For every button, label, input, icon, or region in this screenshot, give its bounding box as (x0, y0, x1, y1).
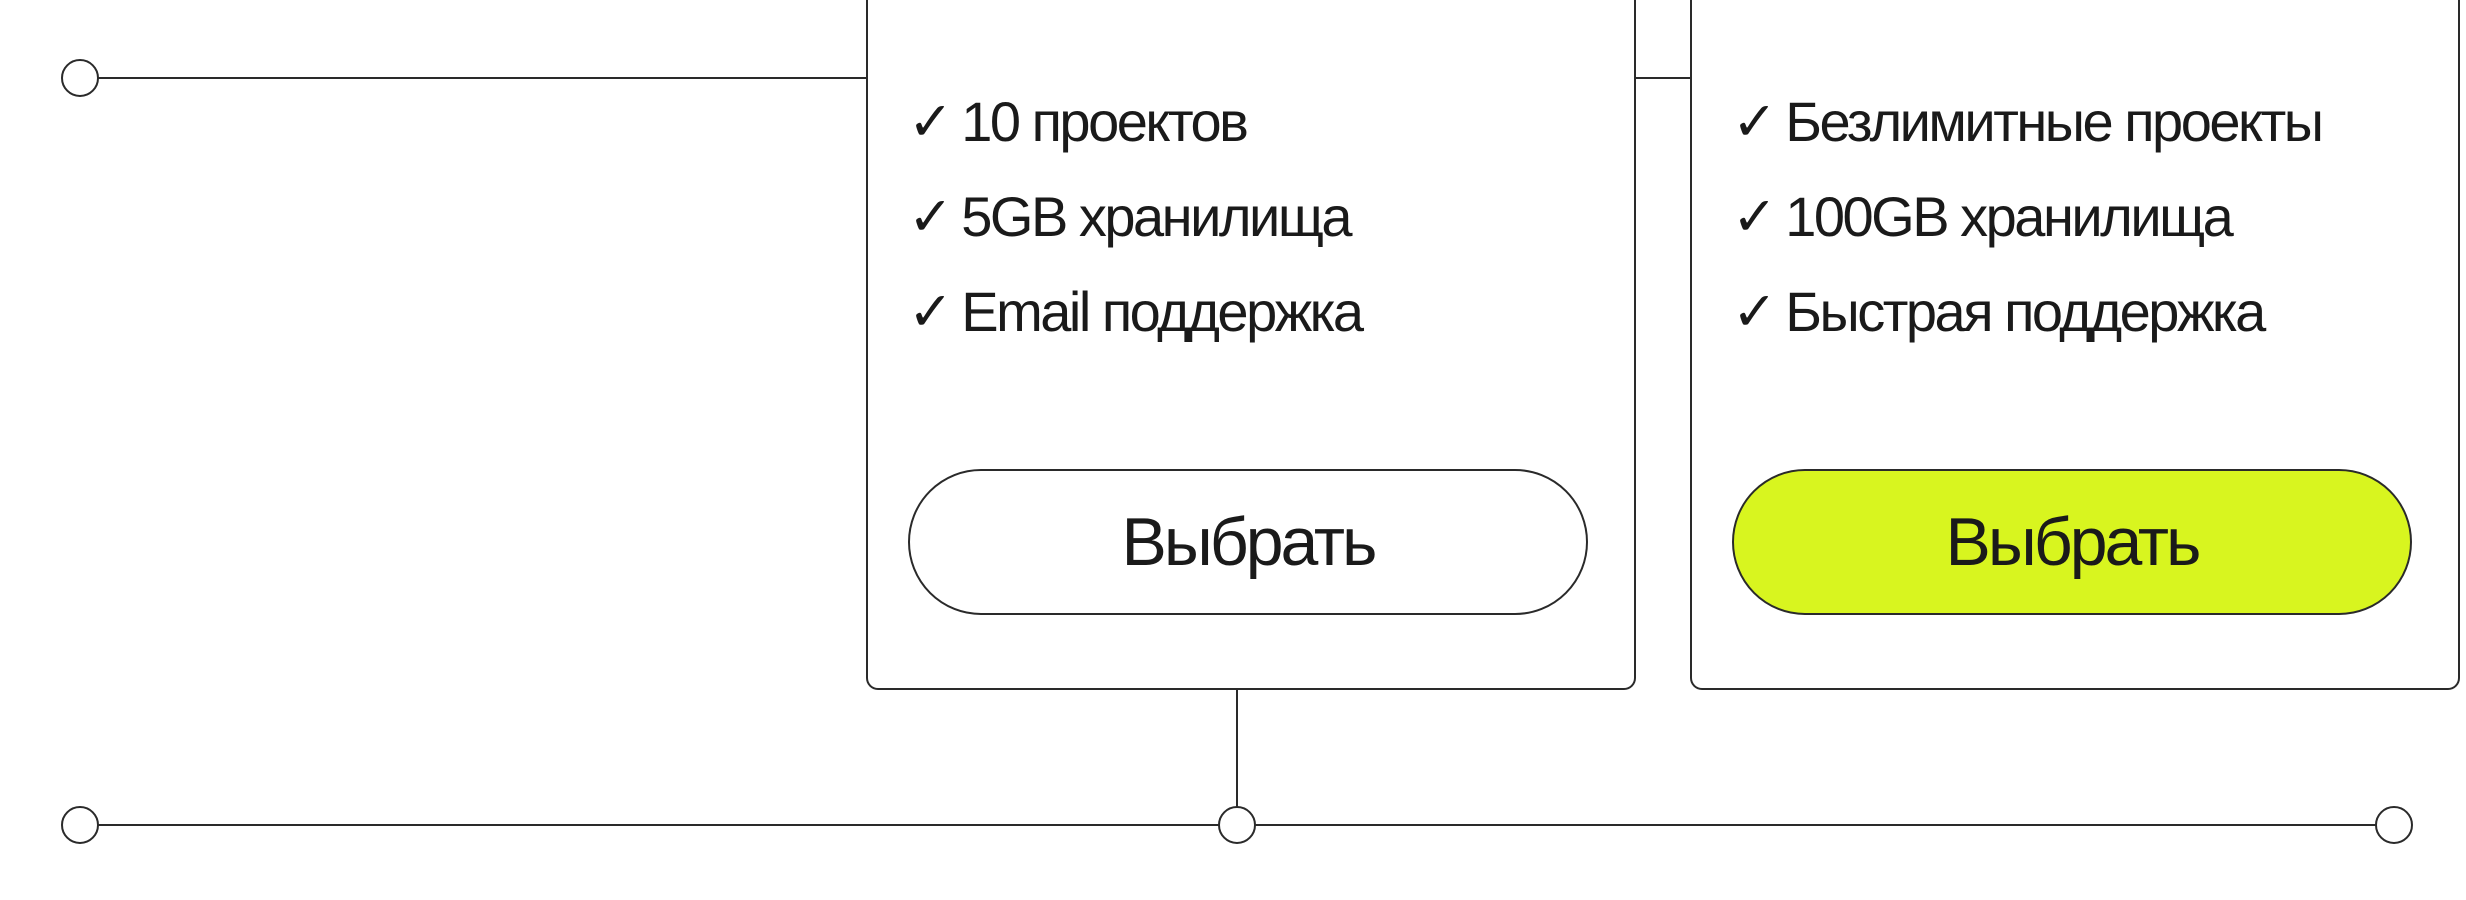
checkmark-icon: ✓ (1732, 90, 1778, 153)
plan-feature-label: Быстрая поддержка (1785, 280, 2266, 343)
plan-feature-item: ✓ 10 проектов (908, 74, 1362, 169)
checkmark-icon: ✓ (1732, 280, 1778, 343)
plan-feature-list: ✓ 10 проектов ✓ 5GB хранилища ✓ Email по… (908, 74, 1364, 359)
node-bottom-center (1218, 806, 1256, 844)
node-bottom-left (61, 806, 99, 844)
plan-feature-label: Email поддержка (961, 280, 1364, 343)
checkmark-icon: ✓ (908, 90, 954, 153)
select-plan-button[interactable]: Выбрать (908, 469, 1588, 615)
checkmark-icon: ✓ (908, 185, 954, 248)
checkmark-icon: ✓ (1732, 185, 1778, 248)
plan-feature-label: 5GB хранилища (961, 185, 1352, 248)
plan-feature-label: 100GB хранилища (1785, 185, 2234, 248)
plan-feature-list: ✓ Безлимитные проекты ✓ 100GB хранилища … (1732, 74, 2324, 359)
plan-feature-item: ✓ 100GB хранилища (1732, 169, 2322, 264)
plan-feature-item: ✓ Безлимитные проекты (1732, 74, 2324, 169)
plan-feature-label: Безлимитные проекты (1785, 90, 2324, 153)
plan-feature-item: ✓ Email поддержка (908, 264, 1364, 359)
plan-card-basic: ✓ 10 проектов ✓ 5GB хранилища ✓ Email по… (866, 0, 1636, 690)
node-bottom-right (2375, 806, 2413, 844)
plan-feature-label: 10 проектов (961, 90, 1249, 153)
plan-feature-item: ✓ Быстрая поддержка (1732, 264, 2322, 359)
node-top-left (61, 59, 99, 97)
checkmark-icon: ✓ (908, 280, 954, 343)
plan-feature-item: ✓ 5GB хранилища (908, 169, 1362, 264)
select-plan-button[interactable]: Выбрать (1732, 469, 2412, 615)
plan-card-pro: ✓ Безлимитные проекты ✓ 100GB хранилища … (1690, 0, 2460, 690)
